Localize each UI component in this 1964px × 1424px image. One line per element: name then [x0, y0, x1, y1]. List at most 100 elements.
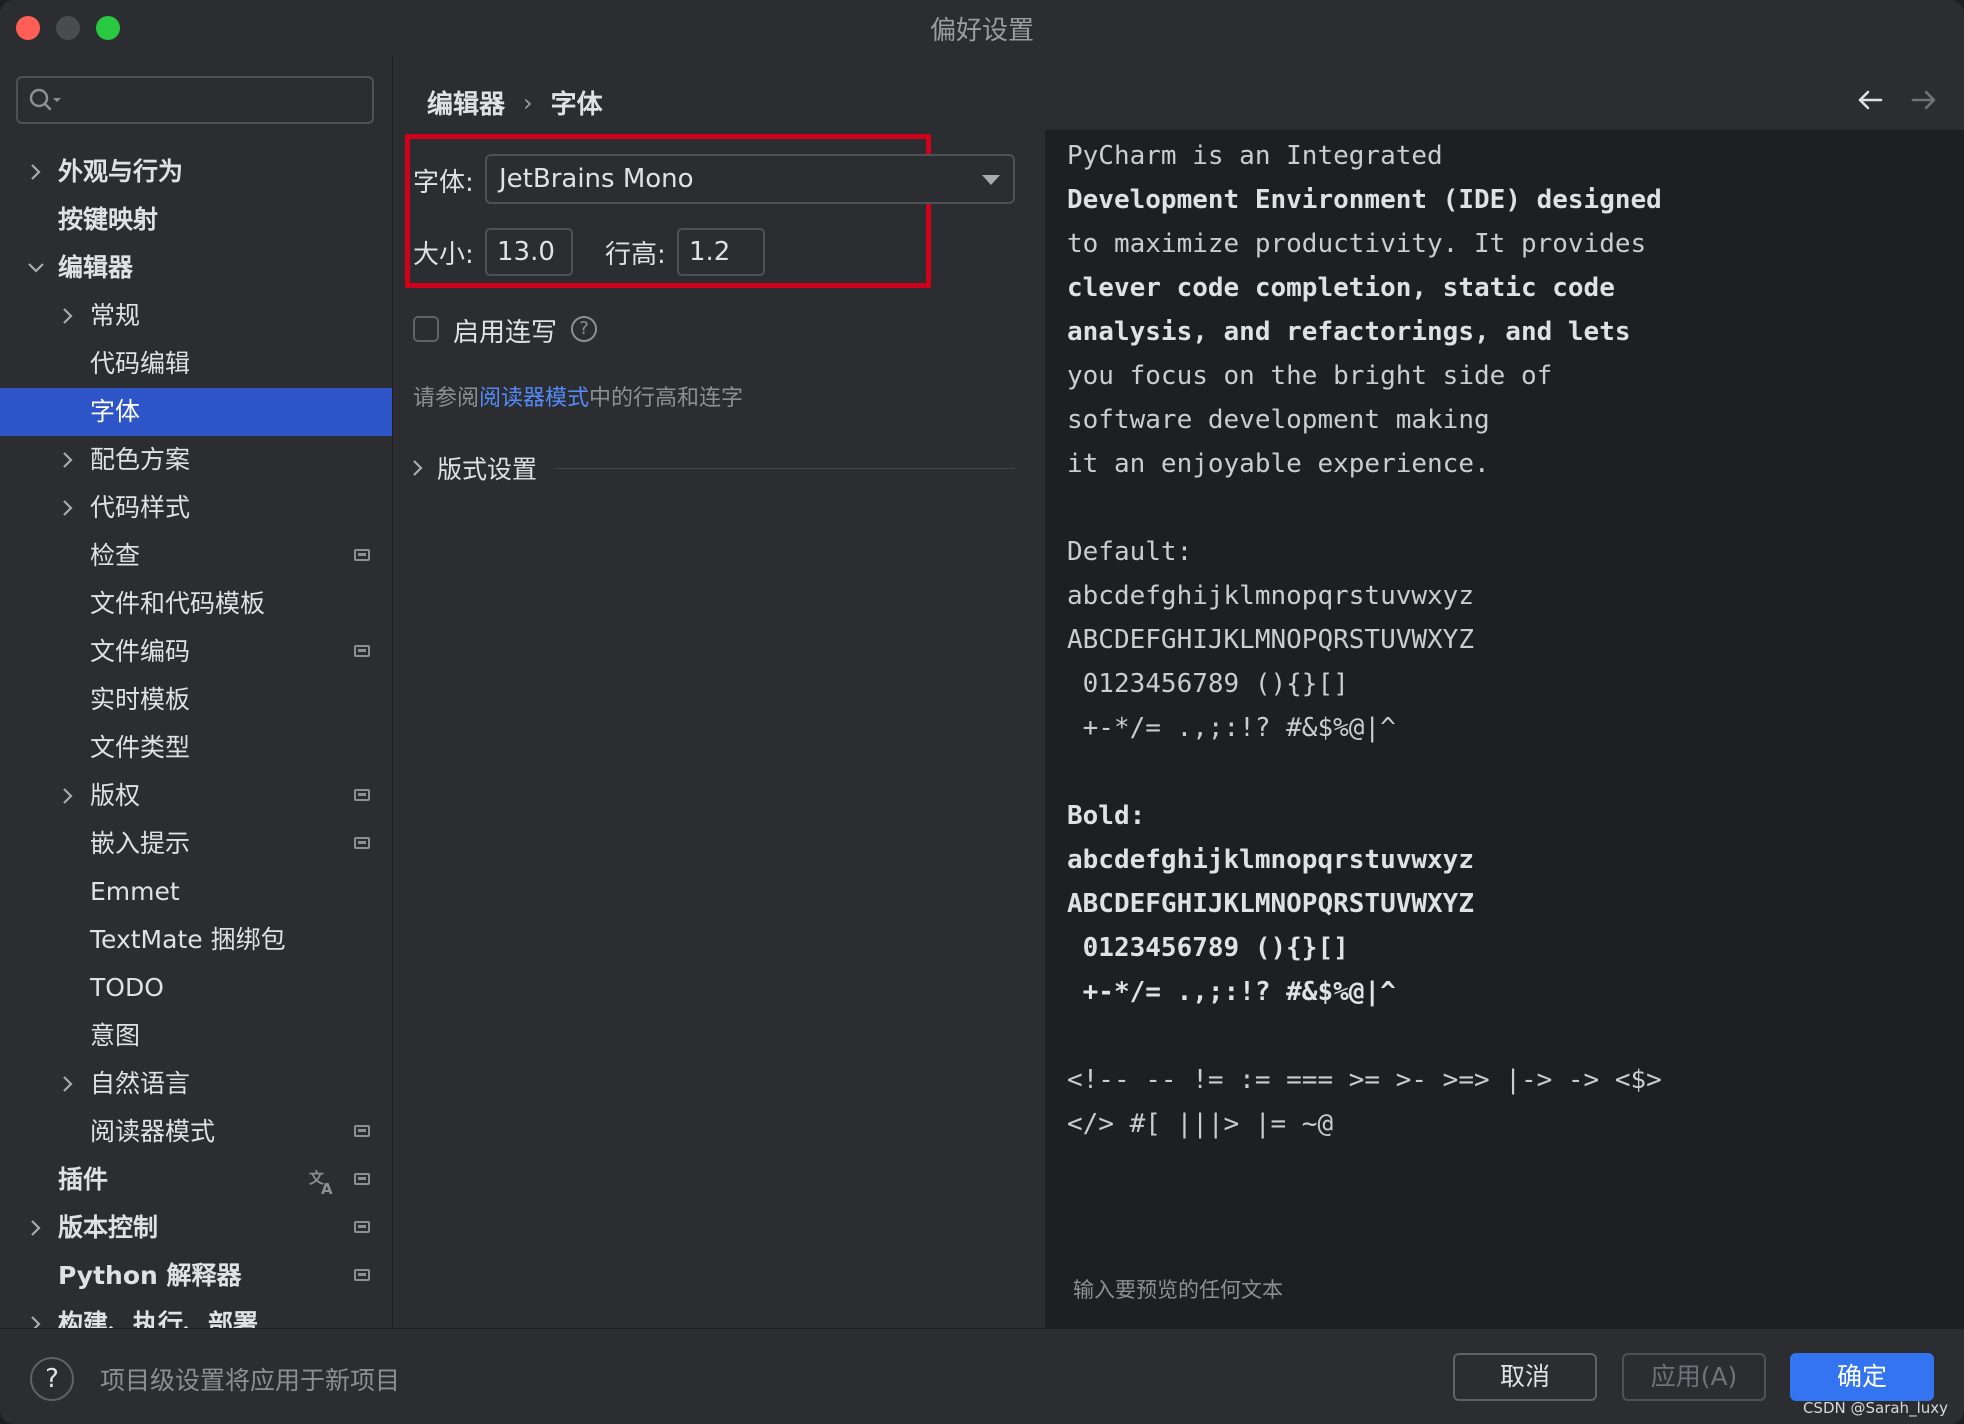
title-bar: 偏好设置	[0, 0, 1964, 56]
tree-item-label: 实时模板	[90, 685, 191, 714]
tree-item-label: 阅读器模式	[90, 1117, 216, 1146]
history-navigation	[1854, 84, 1940, 116]
tree-item-label: 插件	[58, 1165, 109, 1194]
chevron-right-icon[interactable]	[56, 484, 80, 532]
tree-item-reader-mode[interactable]: 阅读器模式	[0, 1108, 392, 1156]
font-size-value: 13.0	[497, 237, 555, 267]
chevron-right-icon[interactable]	[56, 772, 80, 820]
project-settings-icon	[354, 837, 370, 849]
tree-item-file-types[interactable]: 文件类型	[0, 724, 392, 772]
preview-line: to maximize productivity. It provides	[1067, 229, 1647, 259]
reader-mode-link[interactable]: 阅读器模式	[479, 386, 589, 411]
tree-item-version-control[interactable]: 版本控制	[0, 1204, 392, 1252]
enable-ligatures-checkbox[interactable]	[413, 316, 439, 342]
chevron-right-icon[interactable]	[411, 458, 425, 478]
tree-item-label: TODO	[90, 973, 164, 1002]
settings-sidebar: 外观与行为 按键映射 编辑器 常规 代码编辑 字体 配色方案 代码样式 检查 文…	[0, 56, 393, 1328]
preview-line: +-*/= .,;:!? #&$%@|^	[1067, 713, 1396, 743]
tree-item-color-scheme[interactable]: 配色方案	[0, 436, 392, 484]
tree-item-font[interactable]: 字体	[0, 388, 392, 436]
preview-line: ABCDEFGHIJKLMNOPQRSTUVWXYZ	[1067, 889, 1474, 919]
tree-item-file-encodings[interactable]: 文件编码	[0, 628, 392, 676]
dialog-footer: ? 项目级设置将应用于新项目 取消 应用(A) 确定 CSDN @Sarah_l…	[0, 1328, 1964, 1424]
tree-item-copyright[interactable]: 版权	[0, 772, 392, 820]
preview-line: abcdefghijklmnopqrstuvwxyz	[1067, 581, 1474, 611]
cancel-button[interactable]: 取消	[1453, 1353, 1597, 1401]
tree-item-label: 配色方案	[90, 445, 191, 474]
chevron-right-icon[interactable]	[56, 292, 80, 340]
line-height-label: 行高:	[605, 240, 666, 270]
breadcrumb: 编辑器 › 字体	[427, 84, 603, 121]
breadcrumb-separator: ›	[523, 88, 533, 117]
preview-line: Bold:	[1067, 801, 1146, 831]
apply-button[interactable]: 应用(A)	[1622, 1353, 1766, 1401]
help-icon[interactable]: ?	[571, 316, 597, 342]
tree-item-build-execution-deployment[interactable]: 构建、执行、部署	[0, 1300, 392, 1328]
tree-item-emmet[interactable]: Emmet	[0, 868, 392, 916]
font-family-select[interactable]: JetBrains Mono	[485, 154, 1015, 204]
tree-item-label: 外观与行为	[58, 157, 184, 186]
dropdown-arrow-icon	[982, 175, 1000, 185]
tree-item-natural-languages[interactable]: 自然语言	[0, 1060, 392, 1108]
chevron-right-icon[interactable]	[24, 148, 48, 196]
tree-item-file-templates[interactable]: 文件和代码模板	[0, 580, 392, 628]
enable-ligatures-label[interactable]: 启用连写	[453, 312, 557, 349]
preview-line: +-*/= .,;:!? #&$%@|^	[1067, 977, 1396, 1007]
chevron-right-icon[interactable]	[24, 1204, 48, 1252]
preview-line: <!-- -- != := === >= >- >=> |-> -> <$>	[1067, 1065, 1662, 1095]
tree-item-todo[interactable]: TODO	[0, 964, 392, 1012]
tree-item-code-style[interactable]: 代码样式	[0, 484, 392, 532]
font-settings-panel: 字体: JetBrains Mono 大小: 13.0 行高: 1.2 启用连写…	[393, 132, 1043, 1328]
chevron-right-icon[interactable]	[24, 1300, 48, 1328]
tree-item-code-editing[interactable]: 代码编辑	[0, 340, 392, 388]
group-divider	[555, 468, 1015, 469]
project-settings-icon	[354, 1221, 370, 1233]
project-settings-icon	[354, 549, 370, 561]
settings-content: 编辑器 › 字体 字体: JetBrains Mono 大小: 13.0 行高:…	[393, 56, 1964, 1328]
chevron-right-icon[interactable]	[56, 1060, 80, 1108]
tree-item-editor[interactable]: 编辑器	[0, 244, 392, 292]
tree-item-live-templates[interactable]: 实时模板	[0, 676, 392, 724]
settings-search-input[interactable]	[16, 76, 374, 124]
tree-item-label: 自然语言	[90, 1069, 191, 1098]
back-arrow-icon[interactable]	[1854, 84, 1886, 116]
tree-item-label: 文件类型	[90, 733, 191, 762]
tree-item-intentions[interactable]: 意图	[0, 1012, 392, 1060]
preview-line: ABCDEFGHIJKLMNOPQRSTUVWXYZ	[1067, 625, 1474, 655]
tree-item-inspections[interactable]: 检查	[0, 532, 392, 580]
translate-icon: 文 A	[309, 1169, 333, 1196]
tree-item-general[interactable]: 常规	[0, 292, 392, 340]
tree-item-label: 检查	[90, 541, 141, 570]
font-preview-editor[interactable]: PyCharm is an Integrated Development Env…	[1045, 130, 1964, 1328]
tree-item-label: 文件和代码模板	[90, 589, 266, 618]
preview-text[interactable]: PyCharm is an Integrated Development Env…	[1067, 134, 1662, 1146]
preview-line: analysis, and refactorings, and lets	[1067, 317, 1631, 347]
help-button[interactable]: ?	[30, 1357, 74, 1401]
typography-settings-group[interactable]: 版式设置	[411, 448, 1015, 488]
tree-item-label: Python 解释器	[58, 1261, 242, 1290]
tree-item-label: 字体	[90, 397, 141, 426]
ok-button[interactable]: 确定	[1790, 1353, 1934, 1401]
breadcrumb-parent[interactable]: 编辑器	[427, 84, 505, 121]
tree-item-appearance[interactable]: 外观与行为	[0, 148, 392, 196]
chevron-down-icon[interactable]	[24, 244, 48, 292]
font-size-input[interactable]: 13.0	[485, 228, 573, 276]
tree-item-python-interpreter[interactable]: Python 解释器	[0, 1252, 392, 1300]
preview-line: Development Environment (IDE) designed	[1067, 185, 1662, 215]
tree-item-inlay-hints[interactable]: 嵌入提示	[0, 820, 392, 868]
tree-item-plugins[interactable]: 插件 文 A	[0, 1156, 392, 1204]
svg-text:A: A	[321, 1180, 333, 1196]
line-height-input[interactable]: 1.2	[677, 228, 765, 276]
forward-arrow-icon[interactable]	[1908, 84, 1940, 116]
line-height-value: 1.2	[689, 237, 731, 267]
chevron-right-icon[interactable]	[56, 436, 80, 484]
preview-placeholder: 输入要预览的任何文本	[1073, 1278, 1283, 1302]
preview-line: it an enjoyable experience.	[1067, 449, 1490, 479]
tree-item-textmate-bundles[interactable]: TextMate 捆绑包	[0, 916, 392, 964]
tree-item-label: 编辑器	[58, 253, 134, 282]
typography-settings-label: 版式设置	[437, 455, 538, 484]
tree-item-keymap[interactable]: 按键映射	[0, 196, 392, 244]
preferences-window: 偏好设置 外观与行为 按键映射 编辑器 常规 代码编辑 字体 配色方案 代码样式…	[0, 0, 1964, 1424]
tree-item-label: TextMate 捆绑包	[90, 925, 286, 954]
preview-line: abcdefghijklmnopqrstuvwxyz	[1067, 845, 1474, 875]
